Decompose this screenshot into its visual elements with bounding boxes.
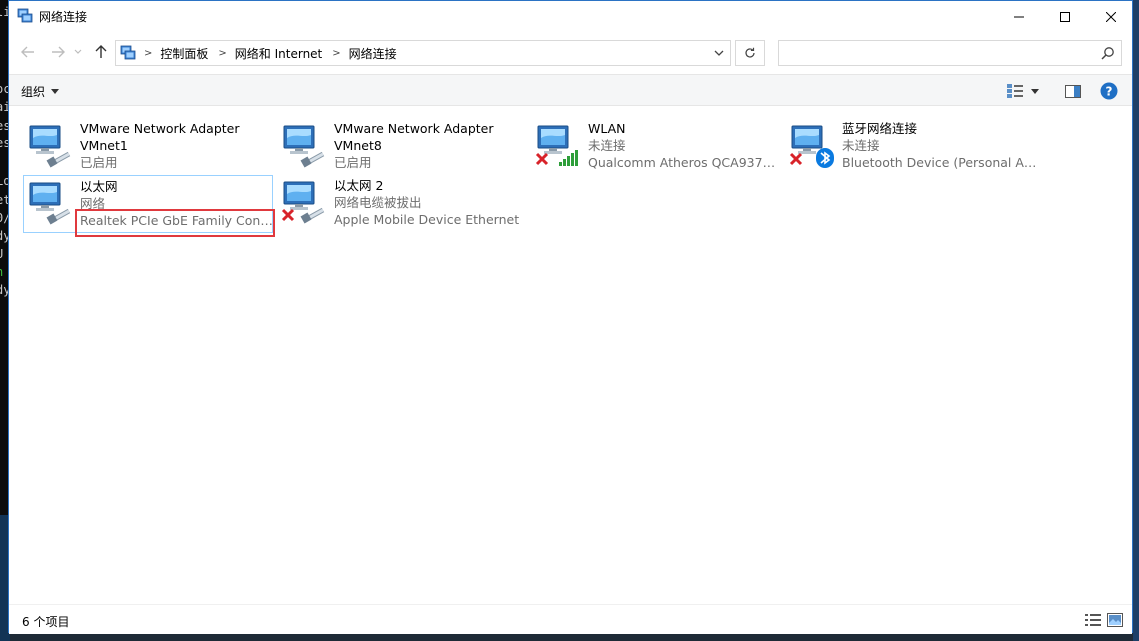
- dropdown-arrow-icon: [1031, 88, 1039, 94]
- close-icon: [1106, 11, 1116, 22]
- preview-pane-button[interactable]: [1063, 81, 1083, 101]
- bluetooth-adapter-icon: [789, 125, 834, 168]
- terminal-fragment: h: [0, 265, 3, 279]
- connection-name: VMware Network Adapter: [334, 121, 494, 136]
- network-connections-icon: [120, 45, 136, 60]
- list-item[interactable]: VMware Network Adapter VMnet8 已启用: [277, 112, 527, 170]
- navigation-bar: > 控制面板 > 网络和 Internet > 网络连接: [9, 35, 1132, 71]
- search-icon: [1101, 47, 1114, 60]
- item-text: 以太网 2 网络电缆被拔出 Apple Mobile Device Ethern…: [334, 177, 529, 228]
- background-desktop-right: [1133, 0, 1139, 641]
- window-title: 网络连接: [39, 10, 88, 24]
- ethernet-adapter-icon: [29, 182, 71, 225]
- connection-name: 蓝牙网络连接: [842, 121, 918, 136]
- item-text: 以太网 网络 Realtek PCIe GbE Family Contr...: [80, 178, 275, 229]
- ethernet-adapter-icon: [283, 125, 325, 168]
- breadcrumb-control-panel[interactable]: 控制面板: [160, 45, 208, 62]
- organize-menu-button[interactable]: 组织: [21, 83, 60, 100]
- item-text: WLAN 未连接 Qualcomm Atheros QCA9377 ...: [588, 120, 783, 171]
- up-arrow-icon: [95, 45, 107, 58]
- close-button[interactable]: [1088, 1, 1134, 32]
- details-view-icon[interactable]: [1085, 613, 1101, 627]
- maximize-button[interactable]: [1042, 1, 1088, 32]
- disconnected-x-icon: [281, 208, 295, 222]
- minimize-button[interactable]: [996, 1, 1042, 32]
- change-view-button[interactable]: [1007, 81, 1043, 101]
- network-connections-icon: [17, 8, 33, 23]
- disconnected-x-icon: [789, 152, 803, 166]
- connection-device: Qualcomm Atheros QCA9377 ...: [588, 155, 783, 170]
- address-history-dropdown[interactable]: [708, 41, 730, 65]
- title-bar[interactable]: 网络连接: [9, 1, 1132, 32]
- bluetooth-icon: [816, 148, 834, 168]
- chevron-down-icon: [74, 49, 82, 54]
- maximize-icon: [1060, 11, 1070, 22]
- item-text: VMware Network Adapter VMnet8 已启用: [334, 120, 529, 171]
- ethernet-adapter-icon: [281, 181, 325, 224]
- breadcrumb-network-connections[interactable]: 网络连接: [349, 45, 397, 62]
- list-item[interactable]: VMware Network Adapter VMnet1 已启用: [23, 112, 273, 170]
- connection-status: 已启用: [334, 155, 372, 170]
- connection-name-line2: VMnet8: [334, 138, 382, 153]
- chevron-down-icon: [714, 50, 724, 56]
- connections-list: VMware Network Adapter VMnet1 已启用 VMware…: [9, 107, 1132, 604]
- disconnected-x-icon: [535, 152, 549, 166]
- breadcrumb: > 控制面板 > 网络和 Internet > 网络连接: [140, 41, 397, 65]
- forward-arrow-icon: [52, 46, 65, 58]
- connection-name: 以太网: [80, 179, 118, 194]
- preview-pane-icon: [1065, 84, 1081, 98]
- wireless-adapter-icon: [535, 125, 578, 166]
- view-options-icon: [1007, 84, 1023, 98]
- ethernet-adapter-icon: [29, 125, 71, 168]
- svg-text:?: ?: [1106, 85, 1113, 99]
- back-arrow-icon: [21, 46, 34, 58]
- list-item[interactable]: 以太网 2 网络电缆被拔出 Apple Mobile Device Ethern…: [277, 175, 527, 233]
- status-bar: 6 个项目: [9, 604, 1132, 634]
- terminal-fragment: U: [0, 247, 3, 261]
- search-input[interactable]: [778, 40, 1122, 66]
- connection-name-line2: VMnet1: [80, 138, 128, 153]
- help-button[interactable]: ?: [1099, 81, 1119, 101]
- minimize-icon: [1014, 16, 1024, 17]
- connection-status: 未连接: [588, 138, 626, 153]
- item-text: VMware Network Adapter VMnet1 已启用: [80, 120, 275, 171]
- address-bar[interactable]: > 控制面板 > 网络和 Internet > 网络连接: [115, 40, 731, 66]
- connection-status: 已启用: [80, 155, 118, 170]
- organize-label: 组织: [21, 85, 46, 99]
- list-item[interactable]: 蓝牙网络连接 未连接 Bluetooth Device (Personal Ar…: [785, 112, 1037, 171]
- dropdown-arrow-icon: [51, 89, 60, 94]
- item-count: 6 个项目: [22, 615, 70, 629]
- list-item[interactable]: WLAN 未连接 Qualcomm Atheros QCA9377 ...: [531, 112, 783, 171]
- list-item[interactable]: 以太网 网络 Realtek PCIe GbE Family Contr...: [23, 175, 275, 233]
- large-icons-view-icon[interactable]: [1107, 613, 1123, 627]
- refresh-button[interactable]: [735, 40, 765, 66]
- connection-name: WLAN: [588, 121, 626, 136]
- help-icon: ?: [1100, 82, 1118, 100]
- command-bar: 组织 ?: [9, 74, 1132, 106]
- item-text: 蓝牙网络连接 未连接 Bluetooth Device (Personal Ar…: [842, 120, 1037, 171]
- back-button[interactable]: [17, 41, 39, 63]
- connection-status: 未连接: [842, 138, 880, 153]
- connection-status: 网络: [80, 196, 106, 211]
- connection-name: VMware Network Adapter: [80, 121, 240, 136]
- connection-device: Apple Mobile Device Ethernet: [334, 212, 520, 227]
- breadcrumb-separator-icon[interactable]: >: [218, 48, 226, 59]
- network-connections-window: 网络连接 > 控制面板 > 网络和 Internet > 网络连接 组织 ? V…: [8, 0, 1133, 634]
- breadcrumb-separator-icon[interactable]: >: [144, 48, 152, 59]
- connection-device: Realtek PCIe GbE Family Contr...: [80, 213, 275, 228]
- connection-status: 网络电缆被拔出: [334, 195, 422, 210]
- breadcrumb-network-internet[interactable]: 网络和 Internet: [235, 45, 322, 62]
- up-button[interactable]: [90, 41, 112, 63]
- breadcrumb-separator-icon[interactable]: >: [332, 48, 340, 59]
- refresh-icon: [745, 47, 755, 58]
- forward-button[interactable]: [47, 41, 69, 63]
- connection-name: 以太网 2: [334, 178, 384, 193]
- connection-device: Bluetooth Device (Personal Ar...: [842, 155, 1037, 170]
- recent-locations-button[interactable]: [71, 41, 85, 63]
